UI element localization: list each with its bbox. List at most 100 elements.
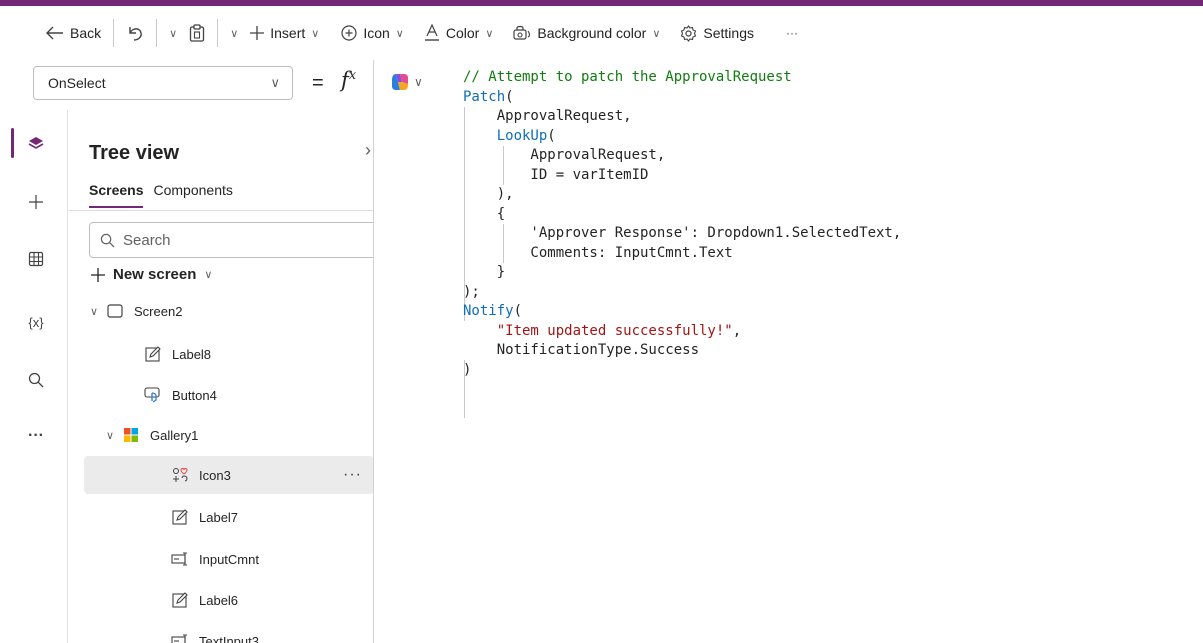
undo-button[interactable] — [120, 17, 150, 49]
more-icon: ··· — [786, 26, 798, 40]
rail-insert[interactable] — [22, 188, 50, 216]
background-color-button[interactable]: Background color ∨ — [507, 17, 666, 49]
tree-search-input[interactable]: Search — [89, 222, 373, 258]
code-line: } — [463, 264, 506, 280]
code-line: "Item updated successfully!", — [463, 322, 901, 342]
code-line: ) — [463, 361, 472, 378]
plus-icon — [91, 267, 105, 282]
property-value: OnSelect — [48, 75, 106, 91]
search-icon — [100, 233, 115, 247]
chevron-down-icon: ∨ — [485, 27, 494, 40]
tab-screens[interactable]: Screens — [89, 182, 144, 208]
button-icon — [142, 386, 164, 404]
tree-item-label: TextInput3 — [199, 633, 259, 643]
tree-item-label7[interactable]: Label7 — [84, 498, 373, 536]
divider — [156, 19, 158, 47]
code-function: Notify — [463, 303, 514, 319]
tree-item-icon3[interactable]: Icon3 ··· — [84, 456, 373, 494]
add-circle-icon — [341, 25, 357, 41]
left-rail: {x} ··· — [0, 110, 68, 643]
code-punct: , — [732, 322, 742, 339]
tab-components[interactable]: Components — [153, 182, 232, 208]
tree-item-gallery1[interactable]: ∨ Gallery1 — [84, 416, 373, 454]
code-line: ApprovalRequest, — [463, 147, 666, 163]
paste-button[interactable] — [183, 17, 211, 49]
tree-item-label: Button4 — [172, 387, 217, 403]
new-screen-button[interactable]: New screen ∨ — [91, 266, 212, 283]
text-input-icon — [169, 550, 191, 568]
tree-item-label: Label6 — [199, 592, 239, 608]
fx-icon[interactable]: fx — [341, 68, 356, 92]
icon-button[interactable]: Icon ∨ — [335, 17, 410, 49]
paint-bucket-icon — [513, 25, 531, 40]
rail-tree-view[interactable] — [22, 130, 50, 158]
command-bar: Back ∨ ∨ Insert ∨ Icon ∨ Color ∨ Backgro… — [0, 6, 1203, 60]
tree-item-label8[interactable]: Label8 — [84, 335, 373, 373]
code-line: ApprovalRequest, — [463, 108, 632, 124]
code-function: LookUp — [496, 127, 548, 144]
tree-item-button4[interactable]: Button4 — [84, 376, 373, 414]
rail-more[interactable]: ··· — [22, 422, 50, 450]
paste-dropdown-button[interactable]: ∨ — [224, 17, 244, 49]
formula-editor[interactable]: // Attempt to patch the ApprovalRequest … — [463, 68, 901, 418]
tree-item-label: Icon3 — [199, 467, 231, 483]
copilot-button[interactable]: ∨ — [390, 72, 423, 92]
rail-variables[interactable]: {x} — [22, 308, 50, 336]
chevron-down-icon[interactable]: ∨ — [90, 305, 104, 318]
color-label: Color — [445, 25, 480, 41]
color-button[interactable]: Color ∨ — [418, 17, 500, 49]
label-icon — [142, 345, 164, 363]
variables-icon: {x} — [28, 314, 44, 330]
property-dropdown[interactable]: OnSelect ∨ — [33, 66, 293, 100]
panel-title: Tree view — [89, 142, 180, 164]
chevron-down-icon: ∨ — [311, 27, 320, 40]
rail-search[interactable] — [22, 366, 50, 394]
chevron-down-icon: ∨ — [169, 27, 178, 40]
tree-item-label: Screen2 — [134, 303, 183, 319]
code-line: NotificationType.Success — [463, 342, 700, 358]
code-line: Notify( — [463, 302, 901, 322]
divider — [217, 19, 219, 47]
tree-item-label: Label7 — [199, 509, 239, 525]
clipboard-icon — [190, 24, 205, 42]
collapse-panel-button[interactable]: › — [365, 140, 371, 161]
insert-label: Insert — [270, 25, 306, 41]
code-punct: ( — [547, 127, 556, 144]
code-line: ), — [463, 186, 514, 202]
gallery-icon — [120, 426, 142, 444]
icon-control-icon — [169, 466, 191, 484]
chevron-down-icon: ∨ — [270, 75, 280, 90]
tree-item-label6[interactable]: Label6 — [84, 581, 373, 619]
chevron-down-icon: ∨ — [230, 27, 239, 40]
code-comment: // Attempt to patch the ApprovalRequest — [463, 69, 792, 85]
code-line: ); — [463, 283, 480, 300]
undo-dropdown-button[interactable]: ∨ — [163, 17, 183, 49]
tree-item-textinput3[interactable]: TextInput3 — [84, 622, 373, 643]
more-commands-button[interactable]: ··· — [780, 17, 804, 49]
background-color-label: Background color — [537, 25, 647, 41]
copilot-icon — [392, 74, 408, 90]
code-line: Patch( — [463, 88, 901, 108]
arrow-left-icon — [46, 26, 63, 40]
tree-item-screen2[interactable]: ∨ Screen2 — [84, 292, 373, 330]
insert-button[interactable]: Insert ∨ — [244, 17, 325, 49]
chevron-down-icon: ∨ — [395, 27, 404, 40]
more-options-button[interactable]: ··· — [343, 466, 362, 484]
settings-label: Settings — [703, 25, 754, 41]
plus-icon — [29, 195, 43, 209]
settings-button[interactable]: Settings — [674, 17, 760, 49]
code-line: { — [463, 205, 506, 222]
chevron-down-icon[interactable]: ∨ — [106, 429, 120, 442]
chevron-down-icon: ∨ — [204, 269, 213, 281]
gear-icon — [681, 24, 697, 42]
rail-data[interactable] — [22, 245, 50, 273]
code-string: "Item updated successfully!" — [496, 322, 733, 339]
tree-item-inputcmnt[interactable]: InputCmnt — [84, 540, 373, 578]
back-button[interactable]: Back — [40, 17, 107, 49]
table-icon — [28, 251, 44, 267]
font-color-icon — [424, 24, 439, 41]
label-icon — [169, 508, 191, 526]
code-punct: ( — [505, 88, 514, 105]
code-function: Patch — [463, 88, 506, 105]
text-input-icon — [169, 632, 191, 643]
